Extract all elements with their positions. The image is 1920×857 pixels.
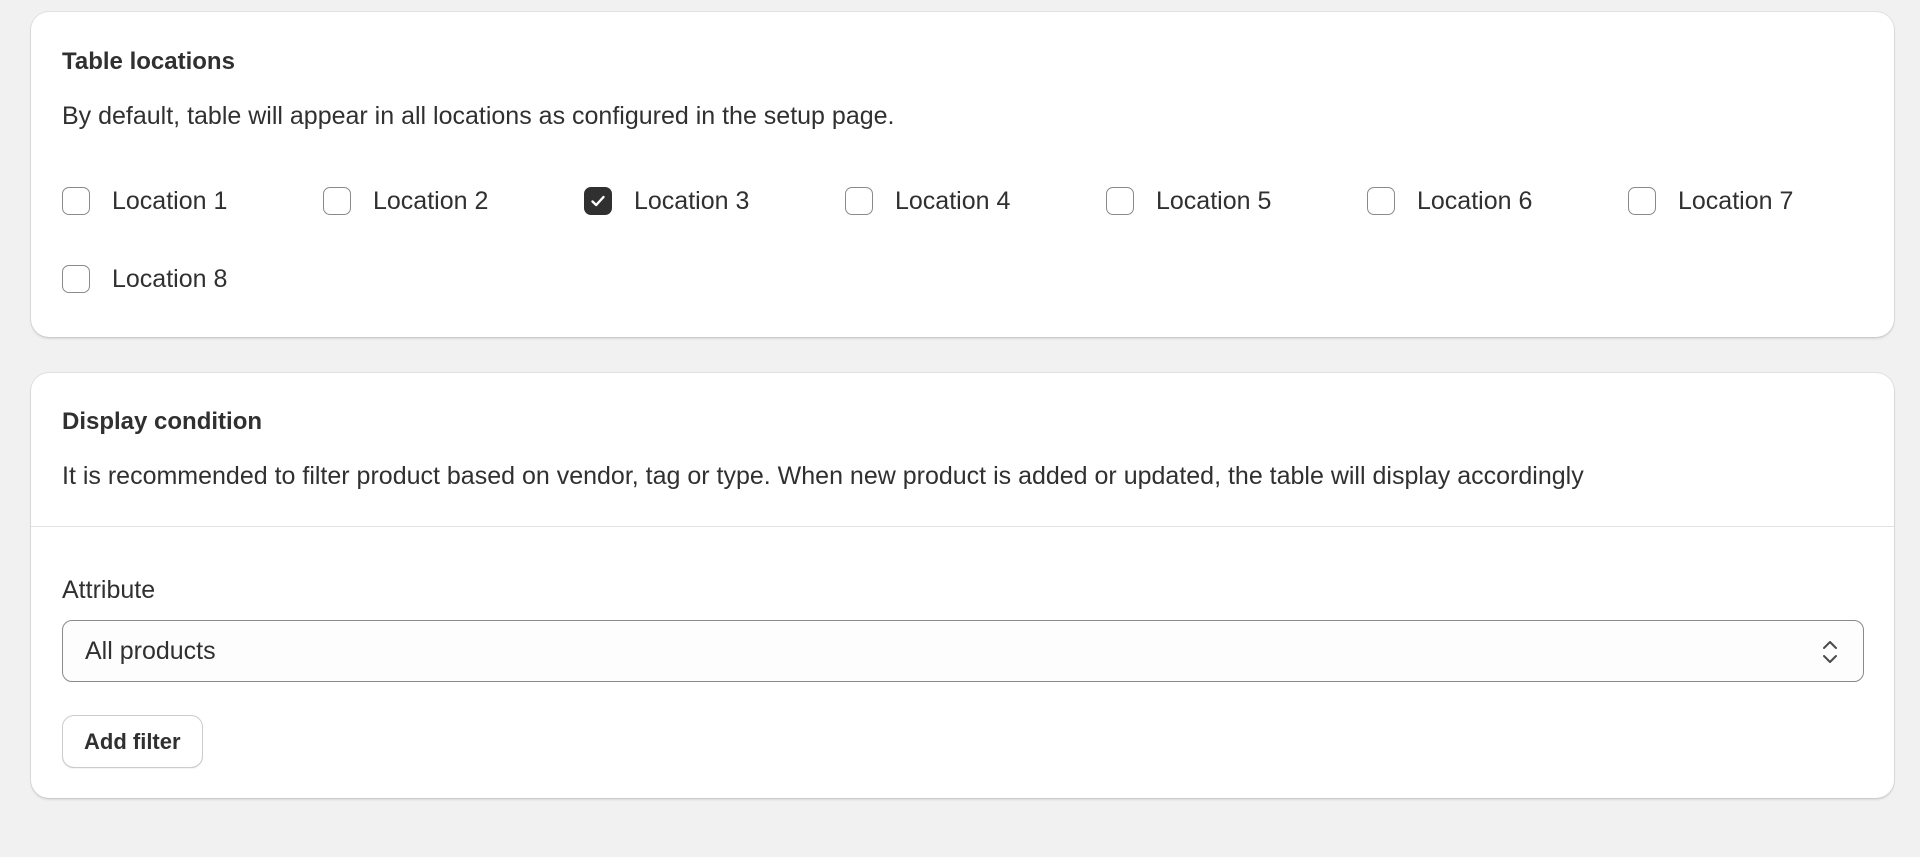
location-checkbox-list: Location 1 Location 2 Location 3 Locatio…	[62, 186, 1882, 294]
location-3-label: Location 3	[634, 186, 750, 215]
section-divider	[31, 526, 1894, 527]
location-1-option[interactable]: Location 1	[62, 186, 323, 216]
table-locations-title: Table locations	[62, 48, 235, 75]
location-4-option[interactable]: Location 4	[845, 186, 1106, 216]
location-2-checkbox[interactable]	[323, 187, 351, 215]
display-condition-description: It is recommended to filter product base…	[62, 462, 1584, 490]
location-5-label: Location 5	[1156, 186, 1272, 215]
location-7-checkbox[interactable]	[1628, 187, 1656, 215]
attribute-select-value: All products	[85, 636, 216, 665]
location-1-label: Location 1	[112, 186, 228, 215]
location-8-label: Location 8	[112, 264, 228, 293]
location-6-checkbox[interactable]	[1367, 187, 1395, 215]
location-6-option[interactable]: Location 6	[1367, 186, 1628, 216]
checkmark-icon	[591, 195, 605, 207]
location-4-label: Location 4	[895, 186, 1011, 215]
display-condition-title: Display condition	[62, 408, 263, 435]
location-2-label: Location 2	[373, 186, 489, 215]
add-filter-button[interactable]: Add filter	[62, 715, 203, 768]
location-7-option[interactable]: Location 7	[1628, 186, 1889, 216]
select-chevron-icon	[1823, 641, 1837, 663]
location-5-checkbox[interactable]	[1106, 187, 1134, 215]
display-condition-card: Display condition It is recommended to f…	[31, 373, 1894, 798]
location-8-checkbox[interactable]	[62, 265, 90, 293]
location-7-label: Location 7	[1678, 186, 1794, 215]
location-5-option[interactable]: Location 5	[1106, 186, 1367, 216]
location-2-option[interactable]: Location 2	[323, 186, 584, 216]
location-1-checkbox[interactable]	[62, 187, 90, 215]
attribute-label: Attribute	[62, 576, 156, 604]
location-8-option[interactable]: Location 8	[62, 264, 323, 294]
location-4-checkbox[interactable]	[845, 187, 873, 215]
location-6-label: Location 6	[1417, 186, 1533, 215]
attribute-select[interactable]: All products	[62, 620, 1864, 682]
table-locations-card: Table locations By default, table will a…	[31, 12, 1894, 337]
location-3-option[interactable]: Location 3	[584, 186, 845, 216]
table-locations-description: By default, table will appear in all loc…	[62, 102, 895, 130]
location-3-checkbox[interactable]	[584, 187, 612, 215]
